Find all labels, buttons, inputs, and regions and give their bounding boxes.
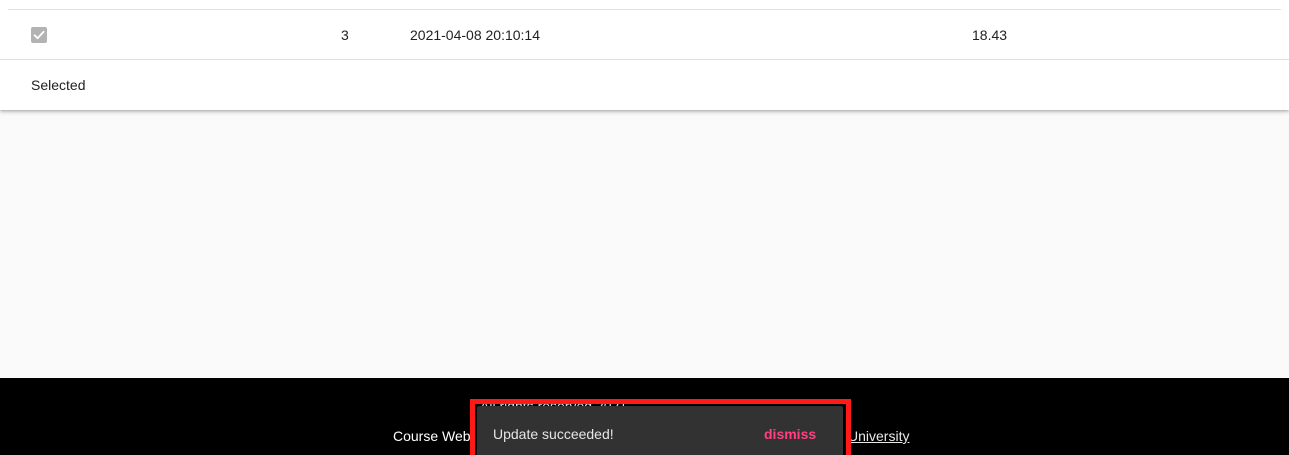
cell-date: 2021-04-08 20:10:14 (410, 27, 540, 43)
page: 3 2021-04-08 20:10:14 18.43 Selected All… (0, 0, 1289, 455)
selected-label: Selected (31, 77, 86, 93)
snackbar-highlight-box (470, 399, 851, 455)
cell-id: 3 (341, 27, 349, 43)
checkmark-icon (33, 30, 45, 40)
footer-course-text: Course Web (393, 428, 471, 444)
table-card: 3 2021-04-08 20:10:14 18.43 Selected (0, 0, 1289, 110)
table-row[interactable]: 3 2021-04-08 20:10:14 18.43 (0, 10, 1289, 60)
footer-university-link[interactable]: University (848, 428, 909, 444)
row-checkbox[interactable] (31, 27, 47, 43)
cell-amount: 18.43 (972, 27, 1008, 43)
